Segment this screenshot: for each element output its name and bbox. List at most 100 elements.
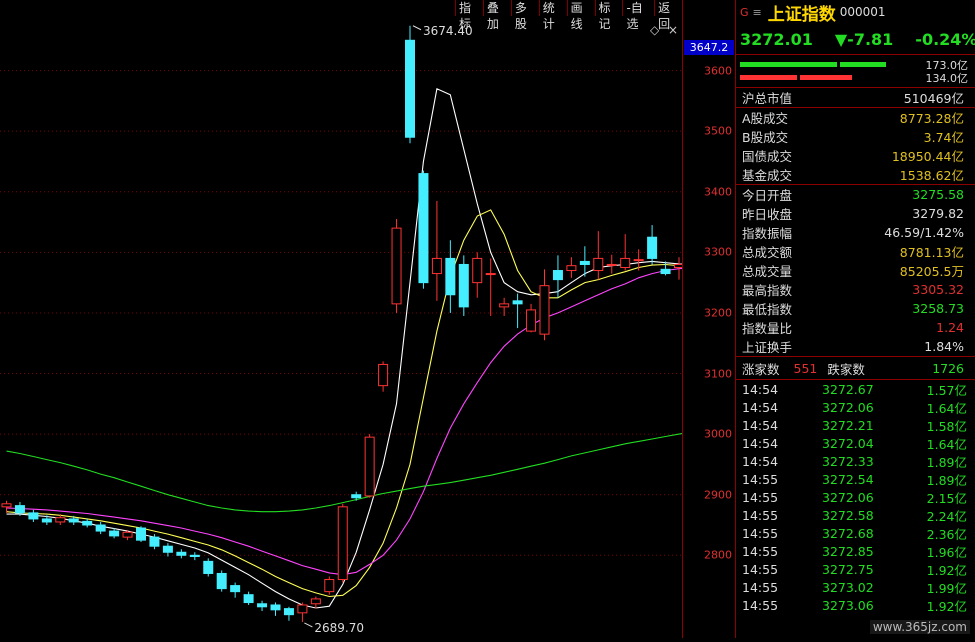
tick-amount: 1.57亿 <box>926 382 967 398</box>
tick-row[interactable]: 14:55 3272.85 1.96亿 <box>736 542 975 560</box>
stat-label: 昨日收盘 <box>742 207 793 222</box>
candle-down <box>216 572 227 590</box>
turnover-row: 国债成交 18950.44亿 <box>736 146 975 165</box>
tick-price: 3272.75 <box>822 561 874 577</box>
tick-time: 14:55 <box>742 561 779 577</box>
low-label: 2689.70 <box>314 621 364 635</box>
tick-price: 3272.06 <box>822 489 874 505</box>
candle-up <box>297 604 308 614</box>
candle-down <box>418 173 429 284</box>
tick-row[interactable]: 14:55 3272.06 2.15亿 <box>736 488 975 506</box>
market-value: 510469亿 <box>903 91 964 106</box>
tick-time: 14:55 <box>742 597 779 613</box>
candle-up <box>310 598 321 605</box>
tick-amount: 1.89亿 <box>926 454 967 470</box>
turnover-value: 18950.44亿 <box>891 149 964 164</box>
tick-row[interactable]: 14:55 3272.54 1.89亿 <box>736 470 975 488</box>
kline-chart[interactable]: 3674.40 2689.70 ◇ × 指标 叠加 多股 统计 画线 标记 -自选 返… <box>0 0 698 638</box>
stat-label: 最高指数 <box>742 283 793 298</box>
candle-up <box>633 259 644 262</box>
tick-time: 14:55 <box>742 507 779 523</box>
tick-row[interactable]: 14:54 3272.21 1.58亿 <box>736 416 975 434</box>
toolbar-draw-button[interactable]: 画线 <box>566 0 595 31</box>
stat-label: 最低指数 <box>742 302 793 317</box>
tick-amount: 2.36亿 <box>926 526 967 542</box>
candle-down <box>257 603 268 608</box>
tick-price: 3273.02 <box>822 579 874 595</box>
turnover-value: 1538.62亿 <box>899 168 964 183</box>
toolbar-back-button[interactable]: 返回 <box>654 0 683 31</box>
candle-down <box>95 524 106 532</box>
kline-svg[interactable]: 3674.402689.70◇ × <box>0 0 698 638</box>
stat-value: 3275.58 <box>912 187 964 202</box>
turnover-value: 8773.28亿 <box>899 111 964 126</box>
tick-row[interactable]: 14:55 3273.06 1.92亿 <box>736 596 975 614</box>
tick-time: 14:55 <box>742 471 779 487</box>
candle-down <box>68 518 79 523</box>
candle-up <box>539 285 550 335</box>
candle-down <box>28 512 39 520</box>
candle-up <box>122 531 133 538</box>
toolbar-watchlist-button[interactable]: -自选 <box>622 0 655 31</box>
tick-list[interactable]: 14:54 3272.67 1.57亿 14:54 3272.06 1.64亿 14:54 3… <box>736 380 975 614</box>
toolbar-overlay-button[interactable]: 叠加 <box>482 0 511 31</box>
tick-price: 3272.04 <box>822 435 874 451</box>
candle-down <box>351 494 362 499</box>
tick-time: 14:54 <box>742 435 779 451</box>
buy-bar-2 <box>840 62 886 67</box>
tick-time: 14:54 <box>742 399 779 415</box>
stat-row: 总成交额 8781.13亿 <box>736 242 975 261</box>
candle-down <box>512 300 523 305</box>
tick-time: 14:54 <box>742 381 779 397</box>
tick-row[interactable]: 14:55 3272.75 1.92亿 <box>736 560 975 578</box>
turnover-value: 3.74亿 <box>923 130 964 145</box>
tick-time: 14:54 <box>742 453 779 469</box>
tick-row[interactable]: 14:54 3272.06 1.64亿 <box>736 398 975 416</box>
tick-row[interactable]: 14:55 3273.02 1.99亿 <box>736 578 975 596</box>
index-code: 000001 <box>839 5 886 19</box>
candle-up <box>55 517 66 523</box>
turnover-row: A股成交 8773.28亿 <box>736 108 975 127</box>
tick-amount: 1.64亿 <box>926 400 967 416</box>
stat-value: 1.24 <box>936 320 964 335</box>
tick-price: 3272.67 <box>822 381 874 397</box>
toolbar-stats-button[interactable]: 统计 <box>538 0 567 31</box>
tick-amount: 1.99亿 <box>926 580 967 596</box>
stat-value: 85205.5万 <box>899 264 964 279</box>
toolbar-mark-button[interactable]: 标记 <box>594 0 623 31</box>
candle-up <box>378 363 389 387</box>
tick-row[interactable]: 14:54 3272.33 1.89亿 <box>736 452 975 470</box>
tick-row[interactable]: 14:55 3272.68 2.36亿 <box>736 524 975 542</box>
tick-price: 3272.54 <box>822 471 874 487</box>
candle-down <box>189 554 200 558</box>
axis-tick-label: 3500 <box>704 124 732 138</box>
candle-up <box>566 265 577 272</box>
toolbar-indicator-button[interactable]: 指标 <box>455 0 483 31</box>
tick-row[interactable]: 14:54 3272.67 1.57亿 <box>736 380 975 398</box>
stat-label: 今日开盘 <box>742 188 793 203</box>
toolbar-multistock-button[interactable]: 多股 <box>510 0 539 31</box>
stat-value: 3258.73 <box>912 301 964 316</box>
stat-value: 3279.82 <box>912 206 964 221</box>
tick-row[interactable]: 14:54 3272.04 1.64亿 <box>736 434 975 452</box>
stat-row: 上证换手 1.84% <box>736 337 975 356</box>
candle-down <box>41 518 52 523</box>
menu-icon[interactable]: ≡ <box>753 6 762 19</box>
tick-row[interactable]: 14:55 3272.58 2.24亿 <box>736 506 975 524</box>
axis-tick-label: 3300 <box>704 245 732 259</box>
candle-up <box>1 503 12 508</box>
tick-price: 3272.68 <box>822 525 874 541</box>
stat-row: 今日开盘 3275.58 <box>736 185 975 204</box>
tick-amount: 1.92亿 <box>926 562 967 578</box>
index-name: 上证指数 <box>767 4 836 25</box>
stat-label: 指数振幅 <box>742 226 793 241</box>
candle-down <box>149 536 160 547</box>
candle-up <box>485 273 496 276</box>
stat-row: 总成交量 85205.5万 <box>736 261 975 280</box>
stat-row: 最低指数 3258.73 <box>736 299 975 318</box>
turnover-row: B股成交 3.74亿 <box>736 127 975 146</box>
candle-up <box>606 263 617 266</box>
turnover-row: 基金成交 1538.62亿 <box>736 165 975 184</box>
tick-amount: 2.15亿 <box>926 490 967 506</box>
candle-down <box>283 608 294 616</box>
